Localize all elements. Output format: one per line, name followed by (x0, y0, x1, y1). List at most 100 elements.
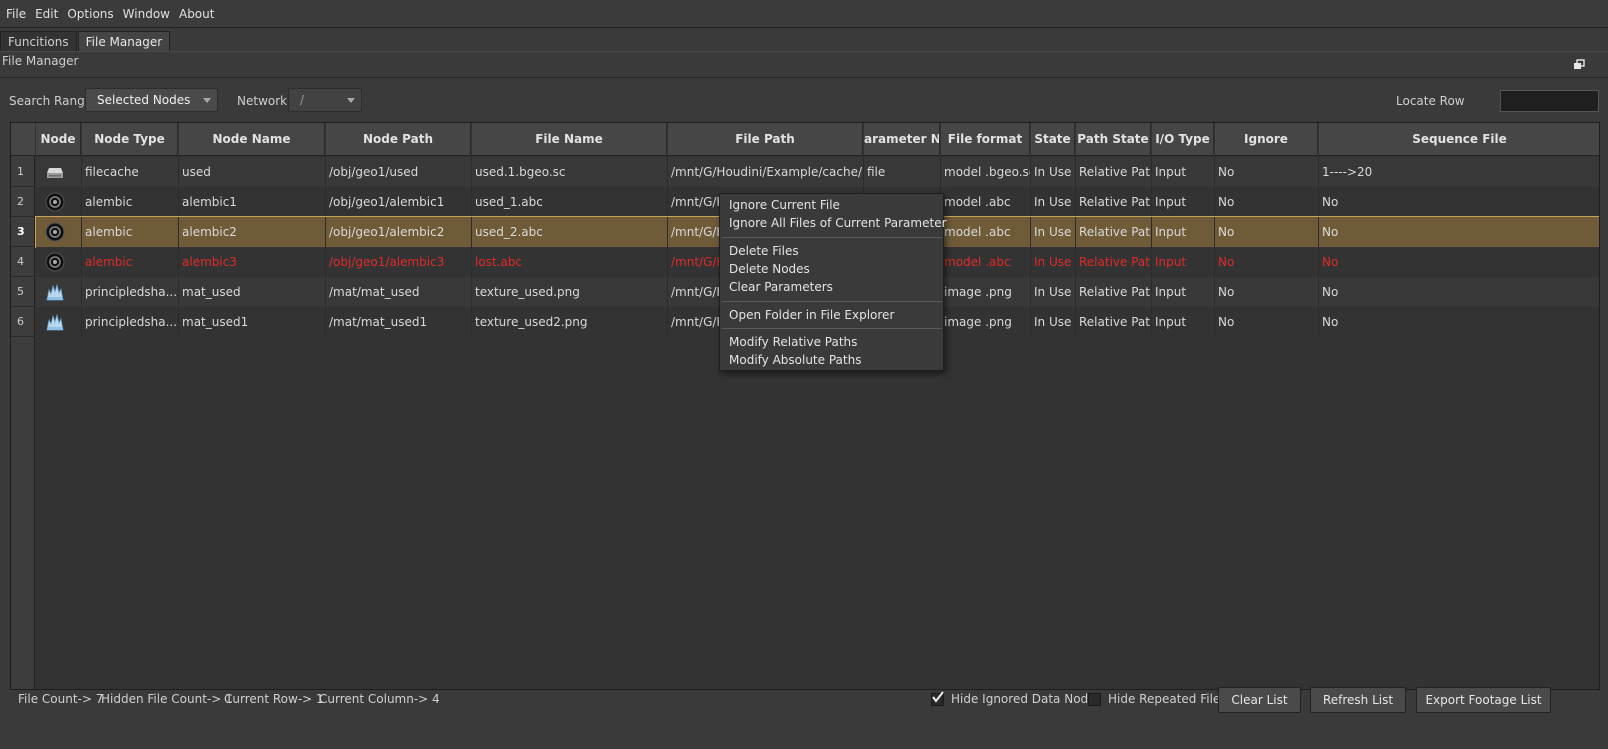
cell-sequence-file[interactable]: No (1319, 187, 1599, 217)
cell-parameter-name[interactable]: file (864, 157, 941, 187)
cell-node-type[interactable]: principledsha... (82, 277, 179, 307)
cell-file-name[interactable]: texture_used2.png (472, 307, 668, 337)
column-header-ignore[interactable]: Ignore (1215, 123, 1318, 156)
column-header-io-type[interactable]: I/O Type (1152, 123, 1214, 156)
cell-io-type[interactable]: Input (1152, 247, 1215, 277)
cell-file-name[interactable]: used.1.bgeo.sc (472, 157, 668, 187)
menu-options[interactable]: Options (67, 7, 113, 21)
cell-node[interactable] (36, 157, 82, 187)
cell-ignore[interactable]: No (1215, 277, 1319, 307)
cell-node-name[interactable]: alembic2 (179, 217, 326, 247)
menu-about[interactable]: About (179, 7, 214, 21)
cell-file-format[interactable]: model .abc (941, 217, 1031, 247)
menu-edit[interactable]: Edit (35, 7, 58, 21)
menu-file[interactable]: File (6, 7, 26, 21)
cell-node-type[interactable]: alembic (82, 187, 179, 217)
cell-ignore[interactable]: No (1215, 217, 1319, 247)
cell-sequence-file[interactable]: No (1319, 217, 1599, 247)
cell-io-type[interactable]: Input (1152, 217, 1215, 247)
column-header-node-type[interactable]: Node Type (82, 123, 178, 156)
cell-file-format[interactable]: image .png (941, 307, 1031, 337)
cell-ignore[interactable]: No (1215, 247, 1319, 277)
cell-sequence-file[interactable]: No (1319, 247, 1599, 277)
cell-state[interactable]: In Use (1031, 157, 1076, 187)
cell-node-name[interactable]: alembic1 (179, 187, 326, 217)
menu-item-clear-parameters[interactable]: Clear Parameters (729, 280, 833, 294)
column-header-path-state[interactable]: Path State (1076, 123, 1151, 156)
search-range-select[interactable]: Selected Nodes (85, 88, 218, 112)
cell-node-path[interactable]: /obj/geo1/alembic1 (326, 187, 472, 217)
cell-sequence-file[interactable]: No (1319, 277, 1599, 307)
cell-state[interactable]: In Use (1031, 187, 1076, 217)
cell-node-path[interactable]: /mat/mat_used (326, 277, 472, 307)
cell-state[interactable]: In Use (1031, 217, 1076, 247)
hide-ignored-label[interactable]: Hide Ignored Data Node (951, 692, 1096, 706)
cell-node[interactable] (36, 187, 82, 217)
cell-path-state[interactable]: Relative Path (1076, 217, 1152, 247)
cell-node-path[interactable]: /mat/mat_used1 (326, 307, 472, 337)
float-window-icon[interactable] (1572, 58, 1586, 72)
cell-sequence-file[interactable]: 1---->20 (1319, 157, 1599, 187)
cell-path-state[interactable]: Relative Path (1076, 247, 1152, 277)
row-number[interactable]: 5 (11, 277, 35, 307)
cell-file-name[interactable]: used_1.abc (472, 187, 668, 217)
column-header-file-name[interactable]: File Name (472, 123, 667, 156)
table-corner[interactable] (11, 123, 35, 156)
cell-node[interactable] (36, 277, 82, 307)
row-number[interactable]: 2 (11, 187, 35, 217)
cell-ignore[interactable]: No (1215, 157, 1319, 187)
cell-path-state[interactable]: Relative Path (1076, 157, 1152, 187)
hide-repeated-label[interactable]: Hide Repeated File (1108, 692, 1220, 706)
export-footage-list-button[interactable]: Export Footage List (1416, 687, 1551, 713)
cell-node[interactable] (36, 217, 82, 247)
cell-io-type[interactable]: Input (1152, 157, 1215, 187)
menu-item-ignore-all-files[interactable]: Ignore All Files of Current Parameter (729, 216, 947, 230)
column-header-file-path[interactable]: File Path (668, 123, 863, 156)
cell-node-type[interactable]: filecache (82, 157, 179, 187)
menu-item-delete-nodes[interactable]: Delete Nodes (729, 262, 810, 276)
cell-node-path[interactable]: /obj/geo1/alembic2 (326, 217, 472, 247)
cell-path-state[interactable]: Relative Path (1076, 187, 1152, 217)
cell-node-type[interactable]: alembic (82, 217, 179, 247)
row-number[interactable]: 4 (11, 247, 35, 277)
cell-path-state[interactable]: Relative Path (1076, 307, 1152, 337)
cell-state[interactable]: In Use (1031, 247, 1076, 277)
cell-sequence-file[interactable]: No (1319, 307, 1599, 337)
menu-item-open-folder[interactable]: Open Folder in File Explorer (729, 308, 894, 322)
tab-file-manager[interactable]: File Manager (77, 31, 171, 51)
refresh-list-button[interactable]: Refresh List (1310, 687, 1406, 713)
locate-row-input[interactable] (1500, 90, 1599, 112)
menu-item-modify-relative-paths[interactable]: Modify Relative Paths (729, 335, 857, 349)
cell-ignore[interactable]: No (1215, 307, 1319, 337)
column-header-sequence-file[interactable]: Sequence File (1319, 123, 1599, 156)
clear-list-button[interactable]: Clear List (1218, 687, 1301, 713)
cell-node-path[interactable]: /obj/geo1/used (326, 157, 472, 187)
table-row[interactable]: filecache used /obj/geo1/used used.1.bge… (36, 157, 1599, 187)
column-header-node[interactable]: Node (36, 123, 81, 156)
column-header-file-format[interactable]: File format (941, 123, 1030, 156)
cell-node-name[interactable]: used (179, 157, 326, 187)
row-number[interactable]: 6 (11, 307, 35, 337)
menu-window[interactable]: Window (123, 7, 170, 21)
cell-io-type[interactable]: Input (1152, 307, 1215, 337)
column-header-node-path[interactable]: Node Path (326, 123, 471, 156)
cell-io-type[interactable]: Input (1152, 277, 1215, 307)
cell-state[interactable]: In Use (1031, 307, 1076, 337)
row-number[interactable]: 3 (11, 217, 35, 247)
menu-item-delete-files[interactable]: Delete Files (729, 244, 799, 258)
hide-ignored-checkbox[interactable] (931, 691, 944, 706)
menu-item-ignore-current-file[interactable]: Ignore Current File (729, 198, 840, 212)
menu-item-modify-absolute-paths[interactable]: Modify Absolute Paths (729, 353, 861, 367)
cell-node-name[interactable]: mat_used1 (179, 307, 326, 337)
cell-node-type[interactable]: alembic (82, 247, 179, 277)
cell-file-name[interactable]: lost.abc (472, 247, 668, 277)
tab-funcitions[interactable]: Funcitions (0, 31, 77, 51)
column-header-state[interactable]: State (1031, 123, 1075, 156)
column-header-parameter-name[interactable]: arameter Nan (864, 123, 940, 156)
cell-path-state[interactable]: Relative Path (1076, 277, 1152, 307)
column-header-node-name[interactable]: Node Name (179, 123, 325, 156)
hide-repeated-checkbox[interactable] (1088, 693, 1101, 706)
cell-file-format[interactable]: model .abc (941, 247, 1031, 277)
cell-file-format[interactable]: model .abc (941, 187, 1031, 217)
cell-node-name[interactable]: alembic3 (179, 247, 326, 277)
